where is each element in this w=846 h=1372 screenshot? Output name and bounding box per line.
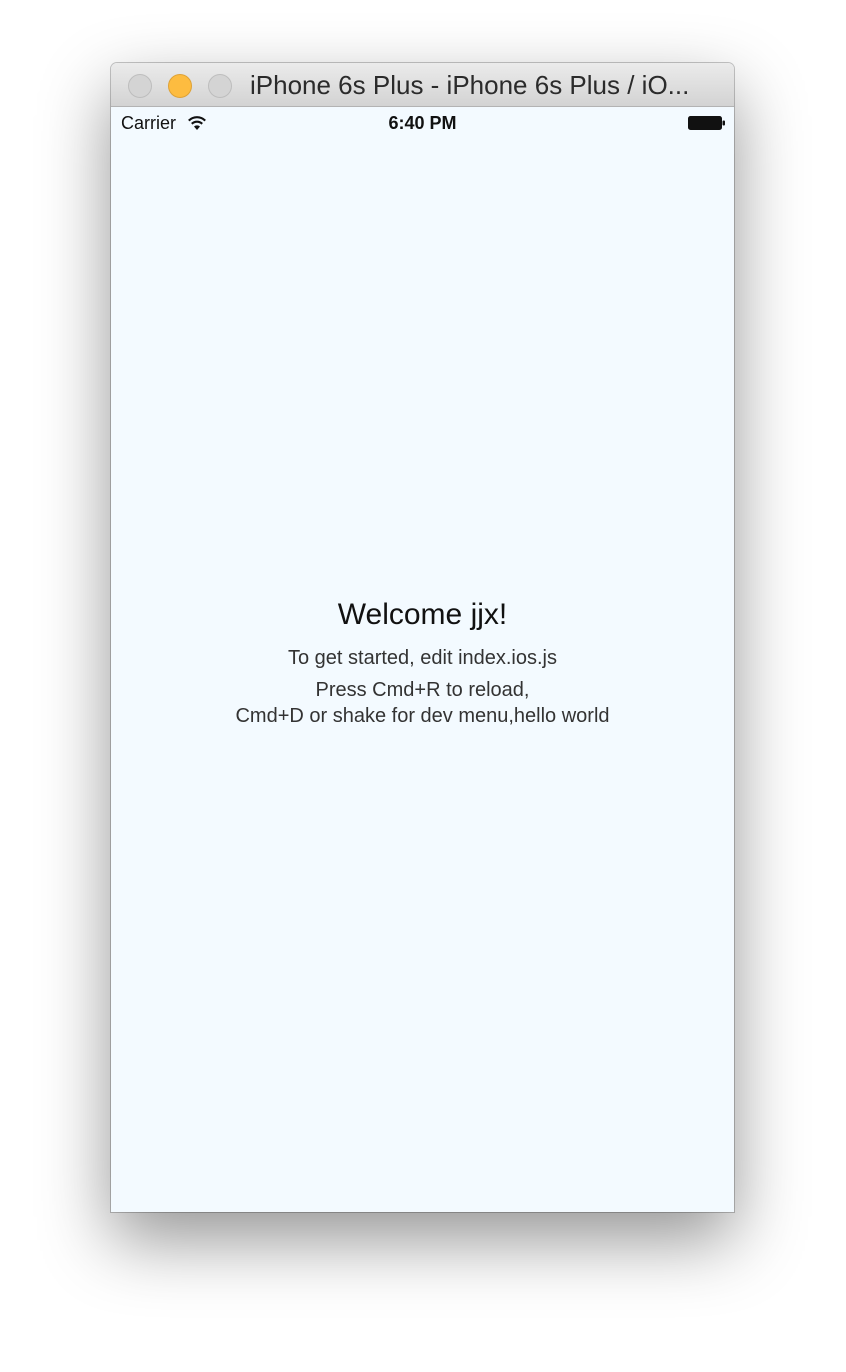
battery-icon [688,116,725,130]
zoom-button[interactable] [208,74,232,98]
status-time: 6:40 PM [388,113,457,133]
simulator-window: iPhone 6s Plus - iPhone 6s Plus / iO... … [111,63,734,1212]
instructions-text-2-line-2: Cmd+D or shake for dev menu,hello world [235,705,610,727]
device-screen[interactable]: Carrier 6:40 PM Welcome jjx! To get star… [111,107,734,1212]
app-content: Welcome jjx! To get started, edit index.… [111,597,734,729]
status-bar: Carrier 6:40 PM [111,107,734,141]
instructions-text-2-line-1: Press Cmd+R to reload, [315,679,530,701]
window-title: iPhone 6s Plus - iPhone 6s Plus / iO... [250,70,690,100]
close-button[interactable] [128,74,152,98]
window-titlebar[interactable]: iPhone 6s Plus - iPhone 6s Plus / iO... [111,63,734,107]
minimize-button[interactable] [168,74,192,98]
welcome-heading: Welcome jjx! [337,598,508,631]
instructions-text-1: To get started, edit index.ios.js [287,647,558,669]
